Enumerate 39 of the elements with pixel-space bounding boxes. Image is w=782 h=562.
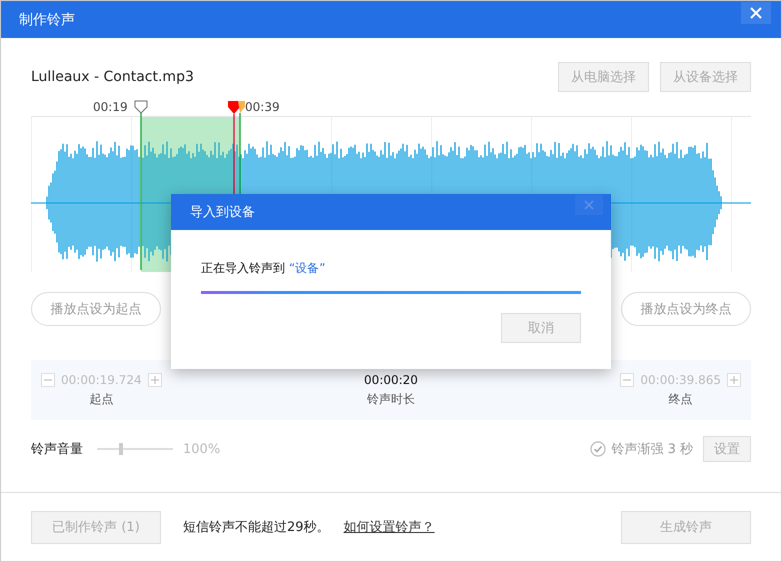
source-button[interactable]: 从设备选择 bbox=[660, 62, 751, 92]
decrease-button[interactable] bbox=[41, 372, 55, 386]
settings-button[interactable]: 设置 bbox=[703, 436, 751, 462]
end-time-value: 00:00:39.865 bbox=[640, 372, 721, 386]
duration-label: 铃声时长 bbox=[367, 390, 415, 408]
plus-icon bbox=[150, 376, 159, 384]
start-time-label: 00:19 bbox=[93, 100, 128, 114]
help-link[interactable]: 如何设置铃声？ bbox=[344, 518, 435, 536]
end-label: 终点 bbox=[668, 390, 693, 408]
length-note: 短信铃声不能超过29秒。 bbox=[183, 519, 330, 536]
fade-checkbox[interactable] bbox=[590, 441, 606, 457]
generate-button[interactable]: 生成铃声 bbox=[621, 510, 751, 544]
end-time-label: 00:39 bbox=[245, 100, 280, 114]
start-time-value: 00:00:19.724 bbox=[61, 372, 142, 386]
increase-button[interactable] bbox=[727, 372, 741, 386]
start-label: 起点 bbox=[89, 390, 114, 408]
made-ringtones-button[interactable]: 已制作铃声 (1) bbox=[31, 510, 161, 544]
volume-label: 铃声音量 bbox=[31, 441, 83, 458]
source-button[interactable]: 从电脑选择 bbox=[558, 62, 649, 92]
fade-label: 铃声渐强 3 秒 bbox=[611, 441, 693, 458]
increase-button[interactable] bbox=[148, 372, 162, 386]
close-button[interactable] bbox=[741, 2, 771, 24]
decrease-button[interactable] bbox=[620, 372, 634, 386]
plus-icon bbox=[730, 376, 738, 384]
dialog-title: 导入到设备 bbox=[190, 204, 256, 221]
window-title: 制作铃声 bbox=[19, 10, 76, 28]
close-icon bbox=[584, 200, 594, 210]
dialog-close-button[interactable] bbox=[575, 195, 603, 215]
duration-value: 00:00:20 bbox=[364, 372, 418, 386]
set-point-button[interactable]: 播放点设为终点 bbox=[621, 292, 751, 326]
import-message: 正在导入铃声到 bbox=[201, 261, 285, 275]
set-point-button[interactable]: 播放点设为起点 bbox=[31, 292, 161, 326]
cancel-button[interactable]: 取消 bbox=[501, 313, 581, 343]
start-marker[interactable] bbox=[134, 100, 148, 270]
close-icon bbox=[750, 6, 762, 18]
file-name: Lulleaux - Contact.mp3 bbox=[31, 69, 194, 85]
volume-reading: 100% bbox=[183, 442, 220, 456]
device-name: “设备” bbox=[289, 261, 326, 275]
slider-thumb[interactable] bbox=[119, 443, 124, 455]
